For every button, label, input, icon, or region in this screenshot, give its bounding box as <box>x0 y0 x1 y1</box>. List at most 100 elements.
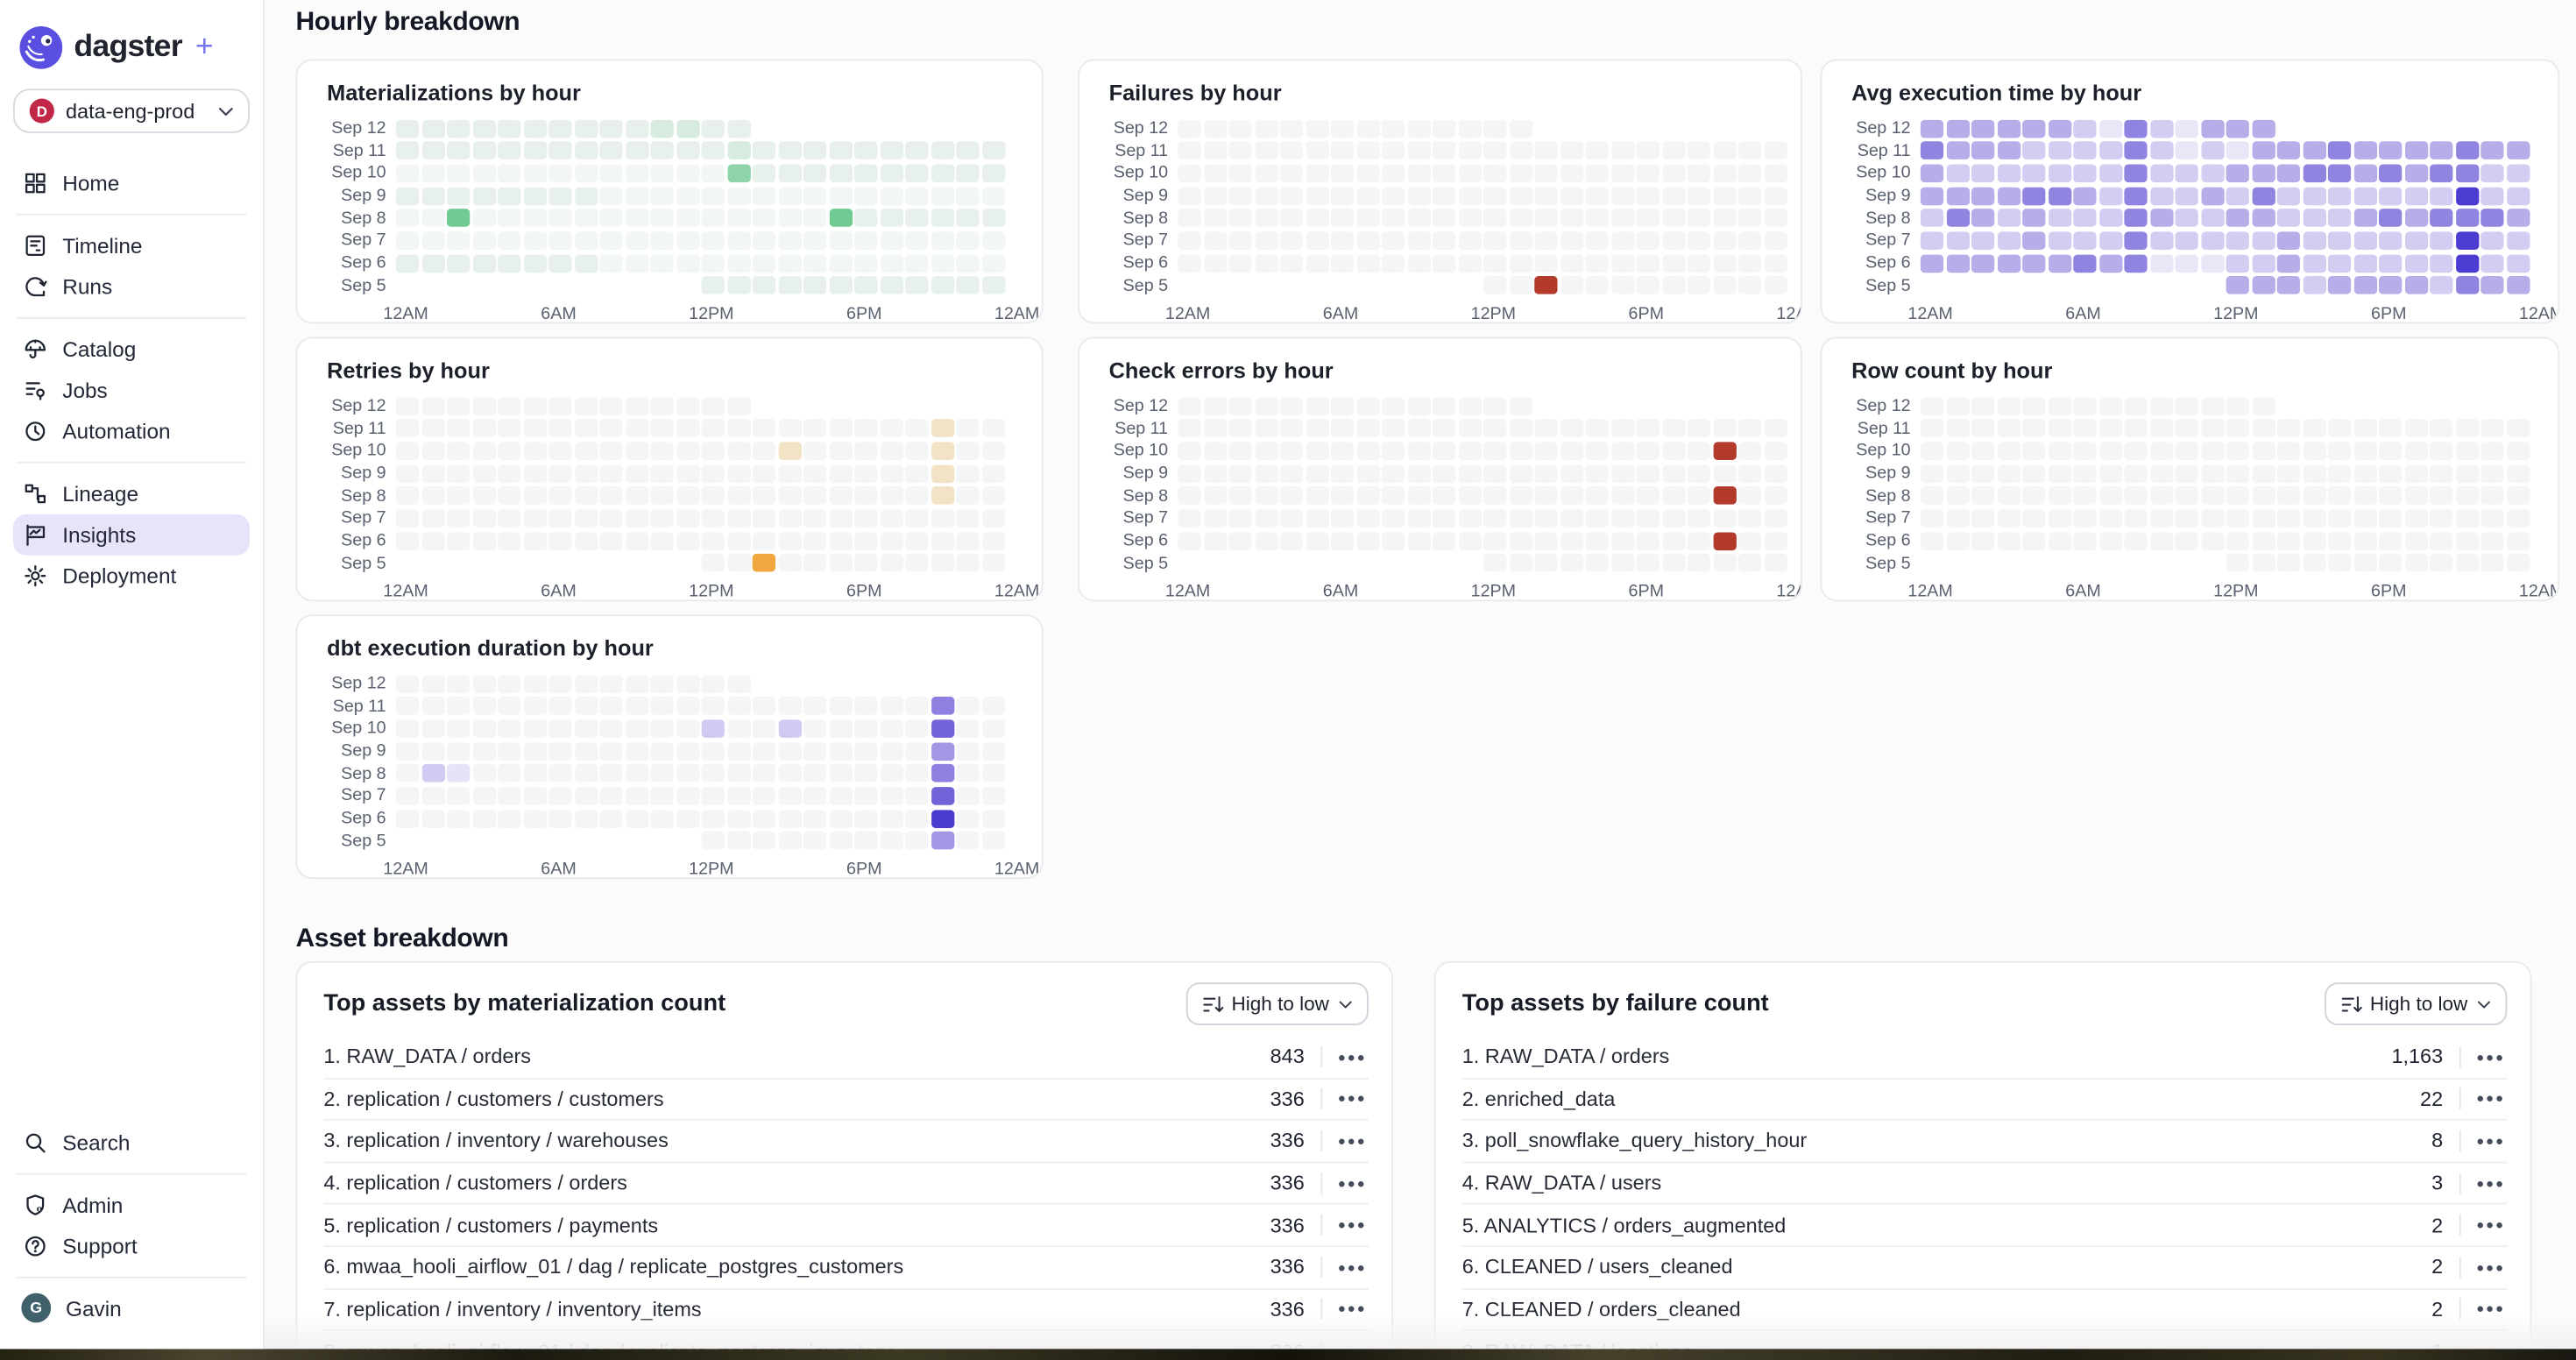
row-label: Sep 5 <box>1851 276 1921 296</box>
sidebar-item-automation[interactable]: Automation <box>13 411 250 452</box>
sidebar-item-lineage[interactable]: Lineage <box>13 473 250 514</box>
heatmap-cell <box>1713 442 1736 460</box>
heatmap-row: Sep 12 <box>1851 118 2529 138</box>
heatmap-cell <box>2303 464 2325 483</box>
row-menu-button[interactable]: ●●● <box>2474 1218 2508 1233</box>
heatmap-cell <box>498 419 520 437</box>
heatmap-cell <box>548 810 571 828</box>
table-row[interactable]: 1. RAW_DATA / orders1,163●●● <box>1462 1037 2508 1079</box>
table-row[interactable]: 7. replication / inventory / inventory_i… <box>323 1289 1369 1331</box>
brand[interactable]: dagster + <box>0 0 263 73</box>
sort-order-dropdown[interactable]: High to low <box>2324 982 2507 1025</box>
heatmap-cell <box>676 254 699 273</box>
heatmap-cell <box>2277 442 2300 460</box>
table-row[interactable]: 4. replication / customers / orders336●●… <box>323 1163 1369 1205</box>
row-menu-button[interactable]: ●●● <box>1335 1218 1369 1233</box>
heatmap-cell <box>498 254 520 273</box>
table-row[interactable]: 6. CLEANED / users_cleaned2●●● <box>1462 1247 2508 1289</box>
heatmap-cell <box>1637 187 1660 205</box>
heatmap-row: Sep 5 <box>1109 276 1772 296</box>
heatmap-cell <box>1738 142 1761 160</box>
heatmap-cell <box>2073 486 2096 505</box>
heatmap-cell <box>753 419 775 437</box>
sidebar-item-runs[interactable]: Runs <box>13 266 250 308</box>
row-menu-button[interactable]: ●●● <box>1335 1092 1369 1107</box>
heatmap-cell <box>1764 164 1787 182</box>
row-label: Sep 12 <box>1109 118 1178 138</box>
heatmap-cell <box>1280 187 1303 205</box>
heatmap-cell <box>574 742 597 761</box>
heatmap-cells <box>396 142 1005 160</box>
table-row[interactable]: 6. mwaa_hooli_airflow_01 / dag / replica… <box>323 1247 1369 1289</box>
heatmap-cell <box>2328 442 2351 460</box>
row-menu-button[interactable]: ●●● <box>2474 1134 2508 1149</box>
sidebar-item-jobs[interactable]: Jobs <box>13 370 250 411</box>
table-row[interactable]: 7. CLEANED / orders_cleaned2●●● <box>1462 1289 2508 1331</box>
row-menu-button[interactable]: ●●● <box>2474 1092 2508 1107</box>
table-row[interactable]: 4. RAW_DATA / users3●●● <box>1462 1163 2508 1205</box>
sidebar-item-gavin[interactable]: GGavin <box>13 1287 250 1328</box>
sidebar-item-catalog[interactable]: Catalog <box>13 329 250 370</box>
table-row[interactable]: 3. replication / inventory / warehouses3… <box>323 1121 1369 1163</box>
heatmap-cell <box>1610 231 1633 250</box>
heatmap-cell <box>2048 209 2070 228</box>
heatmap-cell <box>956 231 979 250</box>
heatmap-cell <box>2506 254 2529 273</box>
deployment-switcher[interactable]: D data-eng-prod <box>13 89 250 133</box>
heatmap-cell <box>1713 231 1736 250</box>
heatmap-title: Check errors by hour <box>1109 358 1772 383</box>
heatmap-cell <box>548 142 571 160</box>
heatmap-cell <box>1331 187 1354 205</box>
heatmap-title: Materializations by hour <box>327 81 1012 105</box>
heatmap-cell <box>625 532 648 550</box>
heatmap-cell <box>2455 532 2478 550</box>
heatmap-cell <box>1585 209 1608 228</box>
heatmap-cell <box>2455 419 2478 437</box>
heatmap-cell <box>676 719 699 738</box>
heatmap-cell <box>1255 419 1277 437</box>
heatmap-cell <box>829 187 852 205</box>
row-menu-button[interactable]: ●●● <box>2474 1302 2508 1317</box>
heatmap-cell <box>1921 119 1943 138</box>
heatmap-cell <box>447 254 470 273</box>
heatmap-cell <box>905 464 928 483</box>
row-menu-button[interactable]: ●●● <box>1335 1176 1369 1191</box>
row-menu-button[interactable]: ●●● <box>2474 1050 2508 1065</box>
row-menu-button[interactable]: ●●● <box>1335 1050 1369 1065</box>
table-row[interactable]: 2. replication / customers / customers33… <box>323 1079 1369 1121</box>
row-menu-button[interactable]: ●●● <box>2474 1176 2508 1191</box>
sidebar-item-home[interactable]: Home <box>13 163 250 204</box>
sidebar-item-search[interactable]: Search <box>13 1122 250 1163</box>
sidebar-item-admin[interactable]: Admin <box>13 1184 250 1225</box>
heatmap-row: Sep 10 <box>1851 163 2529 183</box>
sidebar-item-deployment[interactable]: Deployment <box>13 556 250 597</box>
heatmap-cell <box>1306 231 1328 250</box>
asset-count: 336 <box>1232 1256 1305 1279</box>
table-row[interactable]: 3. poll_snowflake_query_history_hour8●●● <box>1462 1121 2508 1163</box>
sort-order-dropdown[interactable]: High to low <box>1185 982 1369 1025</box>
heatmap-cell <box>829 764 852 783</box>
heatmap-cell <box>2149 187 2172 205</box>
row-menu-button[interactable]: ●●● <box>1335 1302 1369 1317</box>
heatmap-cell <box>1585 419 1608 437</box>
sidebar-item-support[interactable]: Support <box>13 1225 250 1266</box>
heatmap-cell <box>956 554 979 572</box>
table-row[interactable]: 1. RAW_DATA / orders843●●● <box>323 1037 1369 1079</box>
table-row[interactable]: 2. enriched_data22●●● <box>1462 1079 2508 1121</box>
row-menu-button[interactable]: ●●● <box>2474 1260 2508 1275</box>
table-row[interactable]: 5. ANALYTICS / orders_augmented2●●● <box>1462 1205 2508 1247</box>
sidebar-item-timeline[interactable]: Timeline <box>13 225 250 266</box>
heatmap-cell <box>2379 554 2402 572</box>
divider <box>2459 1088 2461 1109</box>
row-menu-button[interactable]: ●●● <box>1335 1260 1369 1275</box>
heatmap-cell <box>599 442 622 460</box>
heatmap-cell <box>548 509 571 528</box>
table-row[interactable]: 5. replication / customers / payments336… <box>323 1205 1369 1247</box>
heatmap-cell <box>1433 486 1455 505</box>
heatmap-row: Sep 9 <box>1109 186 1772 206</box>
heatmap-cell <box>625 742 648 761</box>
heatmap-cell <box>523 231 546 250</box>
sidebar-item-insights[interactable]: Insights <box>13 514 250 556</box>
heatmap-cell <box>2328 209 2351 228</box>
row-menu-button[interactable]: ●●● <box>1335 1134 1369 1149</box>
